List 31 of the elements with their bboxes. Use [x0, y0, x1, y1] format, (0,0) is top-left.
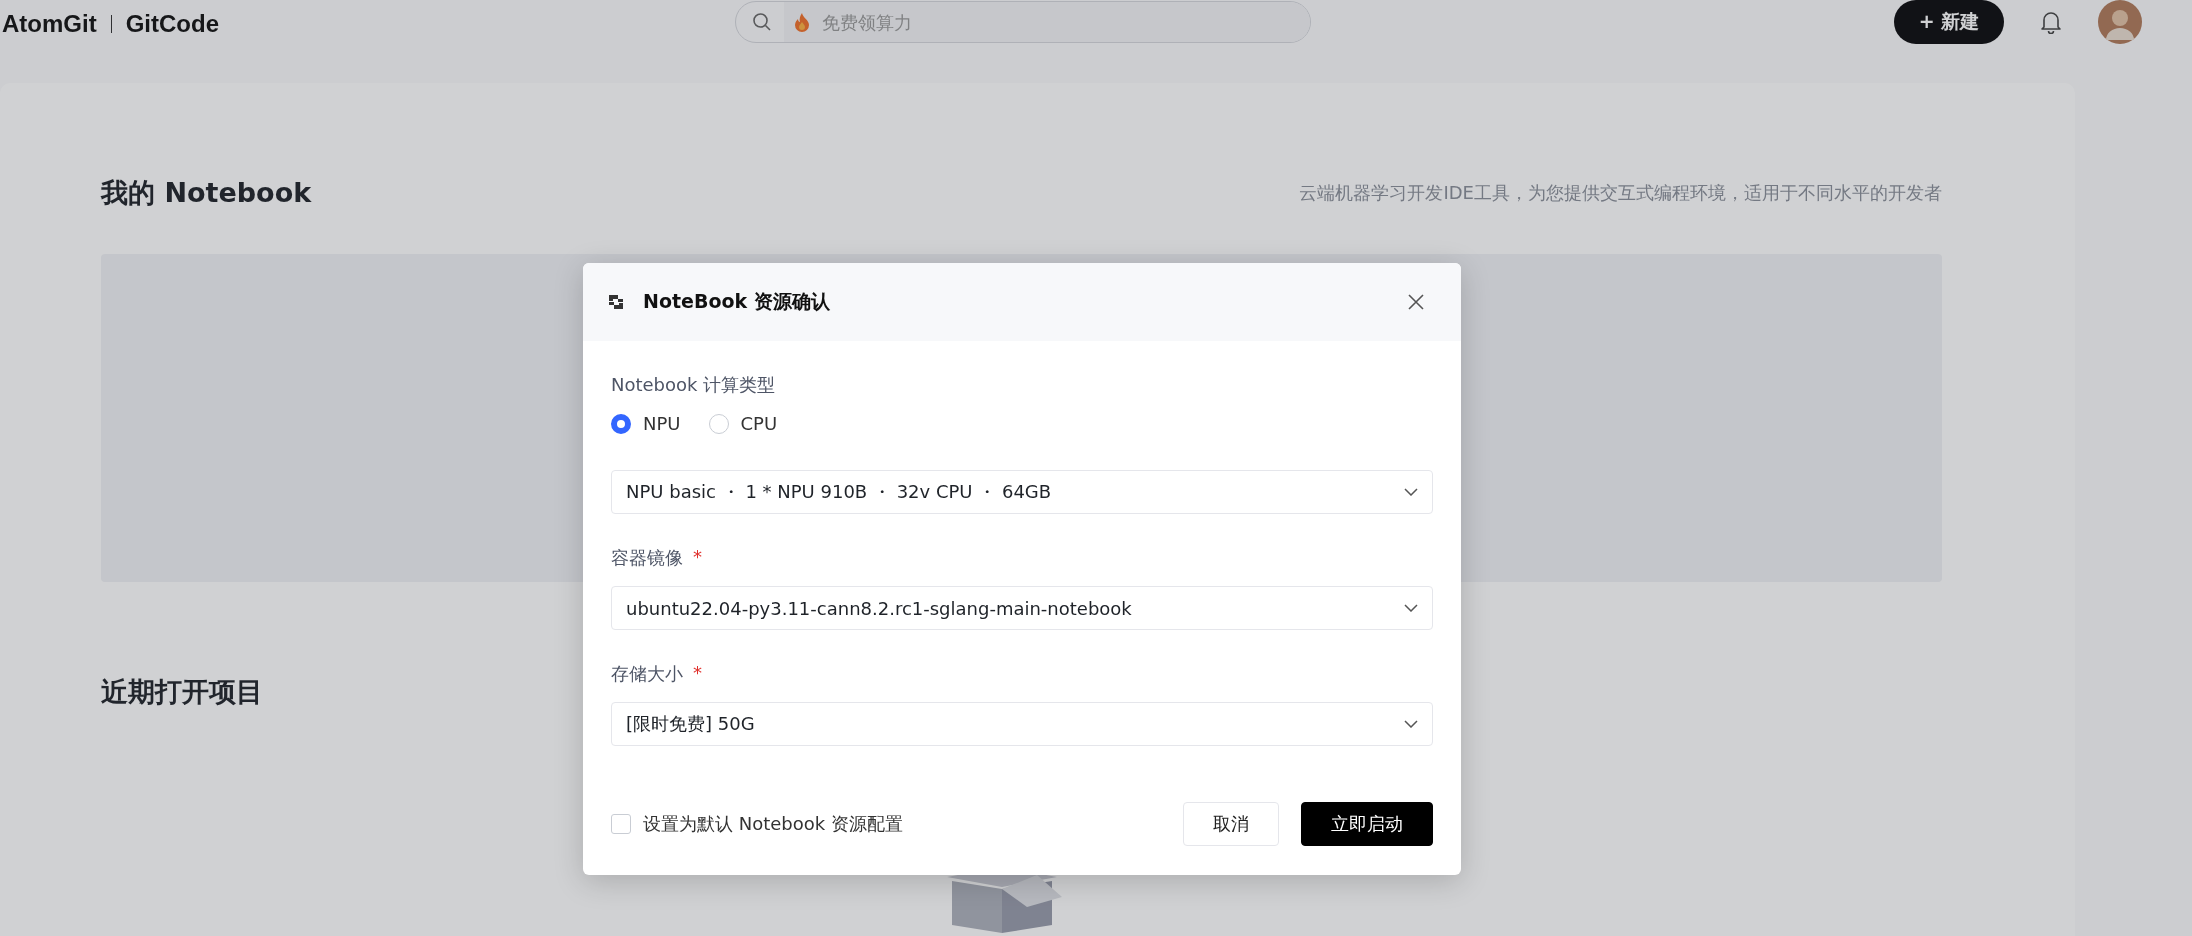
logo-text[interactable]: GitCode — [125, 10, 219, 38]
chevron-down-icon — [1404, 720, 1418, 728]
select-field[interactable]: NPU basic ・ 1 * NPU 910B ・ 32v CPU ・ 64GB — [611, 470, 1433, 514]
page-subtitle: 云端机器学习开发IDE工具，为您提供交互式编程环境，适用于不同水平的开发者 — [1299, 181, 1942, 205]
logo-text[interactable]: AtomGit — [2, 10, 97, 38]
required-mark: * — [693, 546, 702, 569]
search-field[interactable]: 免费领算力 — [784, 2, 1310, 42]
flame-icon — [794, 12, 810, 32]
checkbox-label: 设置为默认 Notebook 资源配置 — [643, 812, 903, 836]
field-label: 存储大小 — [611, 662, 683, 686]
search-input[interactable]: 免费领算力 — [820, 10, 1124, 34]
chevron-down-icon — [1404, 488, 1418, 496]
search-icon — [752, 12, 772, 32]
dialog-title: NoteBook 资源确认 — [643, 289, 831, 314]
radio-option[interactable]: NPU — [611, 413, 681, 434]
start-button[interactable]: 立即启动 — [1301, 802, 1433, 846]
field-label: 容器镜像 — [611, 546, 683, 570]
checkbox[interactable] — [611, 814, 631, 834]
new-button[interactable]: + 新建 — [1894, 0, 2004, 44]
section-title: 近期打开项目 — [101, 675, 263, 709]
select-field[interactable]: ubuntu22.04-py3.11-cann8.2.rc1-sglang-main-notebook — [611, 586, 1433, 630]
cancel-button[interactable]: 取消 — [1183, 802, 1279, 846]
avatar[interactable] — [2098, 0, 2142, 44]
bell-icon[interactable] — [2040, 10, 2062, 34]
close-icon[interactable] — [1407, 293, 1425, 311]
page-title: 我的 Notebook — [101, 176, 312, 210]
radio-option[interactable]: CPU — [708, 413, 778, 434]
field-label: Notebook 计算类型 — [611, 373, 777, 397]
required-mark: * — [693, 662, 702, 685]
chevron-down-icon — [1404, 604, 1418, 612]
select-field[interactable]: [限时免费] 50G — [611, 702, 1433, 746]
